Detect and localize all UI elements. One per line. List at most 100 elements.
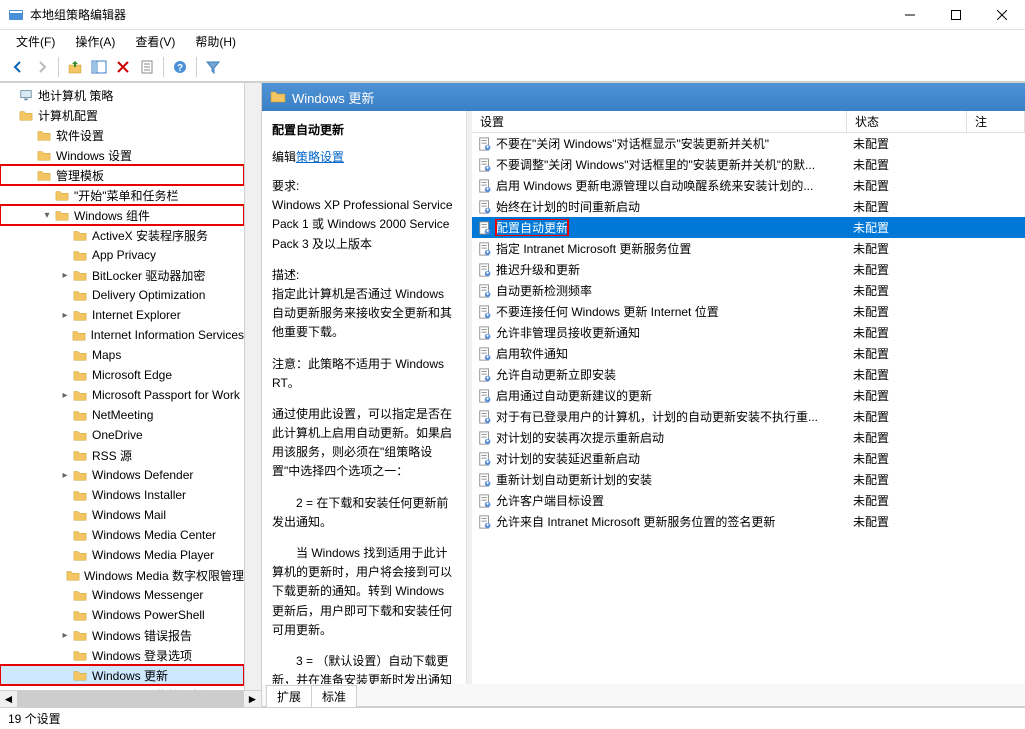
policy-row[interactable]: 启用通过自动更新建议的更新未配置 (472, 385, 1025, 406)
tree-expander[interactable]: ▾ (40, 210, 54, 221)
folder-icon (72, 587, 88, 603)
show-hide-tree-button[interactable] (87, 55, 111, 79)
tree[interactable]: 地计算机 策略计算机配置软件设置Windows 设置管理模板"开始"菜单和任务栏… (0, 83, 244, 690)
policy-name-cell: 自动更新检测频率 (472, 282, 847, 299)
filter-button[interactable] (201, 55, 225, 79)
menu-action[interactable]: 操作(A) (67, 31, 123, 52)
tree-item[interactable]: Windows Mail (0, 505, 244, 525)
tree-item-label: Windows 更新 (92, 667, 168, 684)
tree-item[interactable]: Windows PowerShell (0, 605, 244, 625)
menu-help[interactable]: 帮助(H) (187, 31, 244, 52)
policy-name-cell: 对计划的安装延迟重新启动 (472, 450, 847, 467)
tree-item[interactable]: ▾Windows 组件 (0, 205, 244, 225)
policy-row[interactable]: 对计划的安装延迟重新启动未配置 (472, 448, 1025, 469)
edit-policy-link[interactable]: 策略设置 (296, 150, 344, 164)
policy-state-cell: 未配置 (847, 198, 967, 215)
tree-item[interactable]: 管理模板 (0, 165, 244, 185)
tree-item[interactable]: Maps (0, 345, 244, 365)
policy-row[interactable]: 指定 Intranet Microsoft 更新服务位置未配置 (472, 238, 1025, 259)
policy-row[interactable]: 对于有已登录用户的计算机，计划的自动更新安装不执行重...未配置 (472, 406, 1025, 427)
tree-item[interactable]: Windows Media Center (0, 525, 244, 545)
tree-scrollbar[interactable] (244, 83, 261, 690)
tree-item-label: Windows Mail (92, 508, 166, 522)
tree-item[interactable]: App Privacy (0, 245, 244, 265)
folder-icon (72, 307, 88, 323)
folder-icon (54, 187, 70, 203)
tree-item[interactable]: ▸Windows 错误报告 (0, 625, 244, 645)
menu-view[interactable]: 查看(V) (127, 31, 183, 52)
folder-icon (66, 567, 80, 583)
delete-button[interactable] (111, 55, 135, 79)
properties-button[interactable] (135, 55, 159, 79)
menu-file[interactable]: 文件(F) (8, 31, 63, 52)
detail-title: 配置自动更新 (272, 121, 456, 138)
tree-item[interactable]: ▸Microsoft Passport for Work (0, 385, 244, 405)
tree-expander[interactable]: ▸ (58, 630, 72, 641)
policy-row[interactable]: 允许自动更新立即安装未配置 (472, 364, 1025, 385)
tree-item[interactable]: Windows Media 数字权限管理 (0, 565, 244, 585)
policy-row[interactable]: 不要在"关闭 Windows"对话框显示"安装更新并关机"未配置 (472, 133, 1025, 154)
tree-item[interactable]: ▸Internet Explorer (0, 305, 244, 325)
policy-name-cell: 启用软件通知 (472, 345, 847, 362)
tab-standard[interactable]: 标准 (311, 685, 357, 707)
col-state[interactable]: 状态 (847, 111, 967, 132)
tab-extended[interactable]: 扩展 (266, 685, 312, 707)
policy-state-cell: 未配置 (847, 240, 967, 257)
policy-row[interactable]: 推迟升级和更新未配置 (472, 259, 1025, 280)
policy-row[interactable]: 启用软件通知未配置 (472, 343, 1025, 364)
tree-expander[interactable]: ▸ (58, 270, 72, 281)
tree-item[interactable]: Internet Information Services (0, 325, 244, 345)
tree-expander[interactable]: ▸ (58, 310, 72, 321)
tree-item-label: Maps (92, 348, 121, 362)
tree-item[interactable]: ▸Windows Defender (0, 465, 244, 485)
tree-expander[interactable]: ▸ (58, 470, 72, 481)
policy-row[interactable]: 允许客户端目标设置未配置 (472, 490, 1025, 511)
policy-row[interactable]: 启用 Windows 更新电源管理以自动唤醒系统来安装计划的...未配置 (472, 175, 1025, 196)
tree-item[interactable]: Windows Installer (0, 485, 244, 505)
tree-item[interactable]: Windows 设置 (0, 145, 244, 165)
tree-item[interactable]: 软件设置 (0, 125, 244, 145)
policy-list[interactable]: 不要在"关闭 Windows"对话框显示"安装更新并关机"未配置不要调整"关闭 … (472, 133, 1025, 684)
policy-row[interactable]: 自动更新检测频率未配置 (472, 280, 1025, 301)
back-button[interactable] (6, 55, 30, 79)
up-button[interactable] (63, 55, 87, 79)
col-comment[interactable]: 注 (967, 111, 1025, 132)
policy-name-cell: 指定 Intranet Microsoft 更新服务位置 (472, 240, 847, 257)
help-button[interactable]: ? (168, 55, 192, 79)
tree-item[interactable]: Windows 更新 (0, 665, 244, 685)
policy-row[interactable]: 不要连接任何 Windows 更新 Internet 位置未配置 (472, 301, 1025, 322)
folder-icon (72, 447, 88, 463)
tree-item[interactable]: NetMeeting (0, 405, 244, 425)
tree-item[interactable]: 计算机配置 (0, 105, 244, 125)
tree-item[interactable]: Microsoft Edge (0, 365, 244, 385)
tree-item[interactable]: "开始"菜单和任务栏 (0, 185, 244, 205)
tree-item[interactable]: Windows 登录选项 (0, 645, 244, 665)
policy-row[interactable]: 重新计划自动更新计划的安装未配置 (472, 469, 1025, 490)
minimize-button[interactable] (887, 0, 933, 30)
col-setting[interactable]: 设置 (472, 111, 847, 132)
tree-item[interactable]: ▸BitLocker 驱动器加密 (0, 265, 244, 285)
tree-item[interactable]: Windows Media Player (0, 545, 244, 565)
tree-item-label: OneDrive (92, 428, 143, 442)
forward-button[interactable] (30, 55, 54, 79)
policy-state-cell: 未配置 (847, 261, 967, 278)
tree-item[interactable]: ActiveX 安装程序服务 (0, 225, 244, 245)
tree-item[interactable]: Windows Messenger (0, 585, 244, 605)
tree-item[interactable]: RSS 源 (0, 445, 244, 465)
folder-icon (72, 427, 88, 443)
maximize-button[interactable] (933, 0, 979, 30)
policy-row[interactable]: 始终在计划的时间重新启动未配置 (472, 196, 1025, 217)
policy-row[interactable]: 不要调整"关闭 Windows"对话框里的"安装更新并关机"的默...未配置 (472, 154, 1025, 175)
tree-item-label: Windows Media 数字权限管理 (84, 567, 244, 584)
policy-row[interactable]: 允许非管理员接收更新通知未配置 (472, 322, 1025, 343)
tree-item[interactable]: Delivery Optimization (0, 285, 244, 305)
policy-name-cell: 重新计划自动更新计划的安装 (472, 471, 847, 488)
close-button[interactable] (979, 0, 1025, 30)
policy-row[interactable]: 配置自动更新未配置 (472, 217, 1025, 238)
tree-expander[interactable]: ▸ (58, 390, 72, 401)
policy-row[interactable]: 允许来自 Intranet Microsoft 更新服务位置的签名更新未配置 (472, 511, 1025, 532)
tree-h-scrollbar[interactable]: ◄ ► (0, 690, 261, 707)
tree-root[interactable]: 地计算机 策略 (0, 85, 244, 105)
tree-item[interactable]: OneDrive (0, 425, 244, 445)
policy-row[interactable]: 对计划的安装再次提示重新启动未配置 (472, 427, 1025, 448)
